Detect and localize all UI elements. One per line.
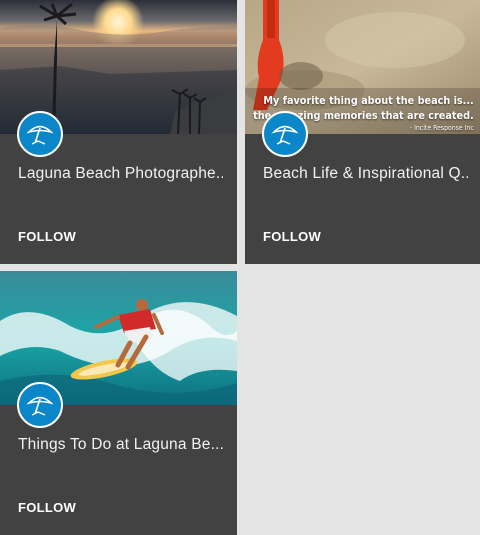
follow-button[interactable]: FOLLOW	[18, 229, 76, 244]
umbrella-icon[interactable]	[17, 382, 63, 428]
quote-line-1: My favorite thing about the beach is...	[263, 94, 474, 107]
umbrella-icon[interactable]	[17, 111, 63, 157]
board-title[interactable]: Laguna Beach Photographe...	[18, 165, 223, 183]
board-card[interactable]: Laguna Beach Photographe... FOLLOW	[0, 0, 237, 264]
follow-button[interactable]: FOLLOW	[18, 500, 76, 515]
follow-button[interactable]: FOLLOW	[263, 229, 321, 244]
board-card[interactable]: My favorite thing about the beach is... …	[245, 0, 480, 264]
umbrella-icon[interactable]	[262, 111, 308, 157]
board-card[interactable]: Things To Do at Laguna Be... FOLLOW	[0, 271, 237, 535]
board-title[interactable]: Beach Life & Inspirational Q...	[263, 165, 468, 183]
board-grid: Laguna Beach Photographe... FOLLOW My fa…	[0, 0, 480, 535]
board-title[interactable]: Things To Do at Laguna Be...	[18, 436, 223, 454]
